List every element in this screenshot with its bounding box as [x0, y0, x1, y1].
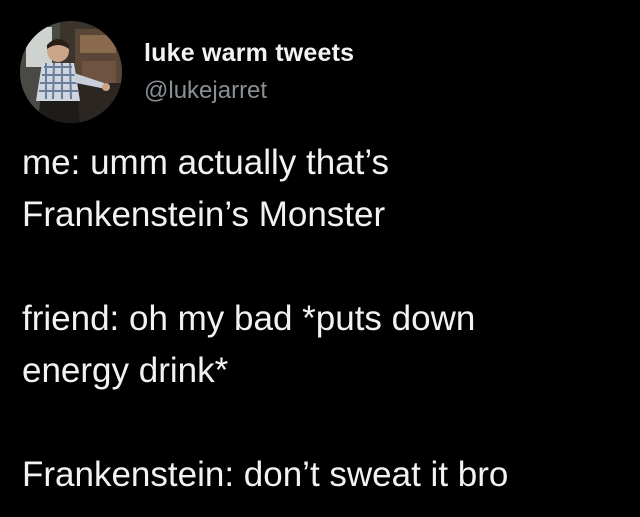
tweet-paragraph-2: friend: oh my bad *puts down energy drin… — [22, 293, 632, 397]
tweet-paragraph-1: me: umm actually that’s Frankenstein’s M… — [22, 137, 632, 241]
tweet-line-3: friend: oh my bad *puts down — [22, 299, 476, 338]
tweet-header: luke warm tweets @lukejarret — [20, 21, 354, 123]
tweet-line-2: Frankenstein’s Monster — [22, 195, 386, 234]
avatar[interactable] — [20, 21, 122, 123]
tweet-line-4: energy drink* — [22, 351, 229, 390]
tweet-card: luke warm tweets @lukejarret me: umm act… — [0, 0, 640, 517]
tweet-line-5: Frankenstein: don’t sweat it bro — [22, 455, 509, 494]
tweet-line-1: me: umm actually that’s — [22, 143, 389, 182]
user-handle[interactable]: @lukejarret — [144, 75, 354, 107]
author-info: luke warm tweets @lukejarret — [144, 37, 354, 107]
display-name[interactable]: luke warm tweets — [144, 37, 354, 69]
avatar-photo-icon — [20, 21, 122, 123]
tweet-paragraph-3: Frankenstein: don’t sweat it bro — [22, 449, 632, 501]
tweet-text: me: umm actually that’s Frankenstein’s M… — [22, 137, 632, 501]
